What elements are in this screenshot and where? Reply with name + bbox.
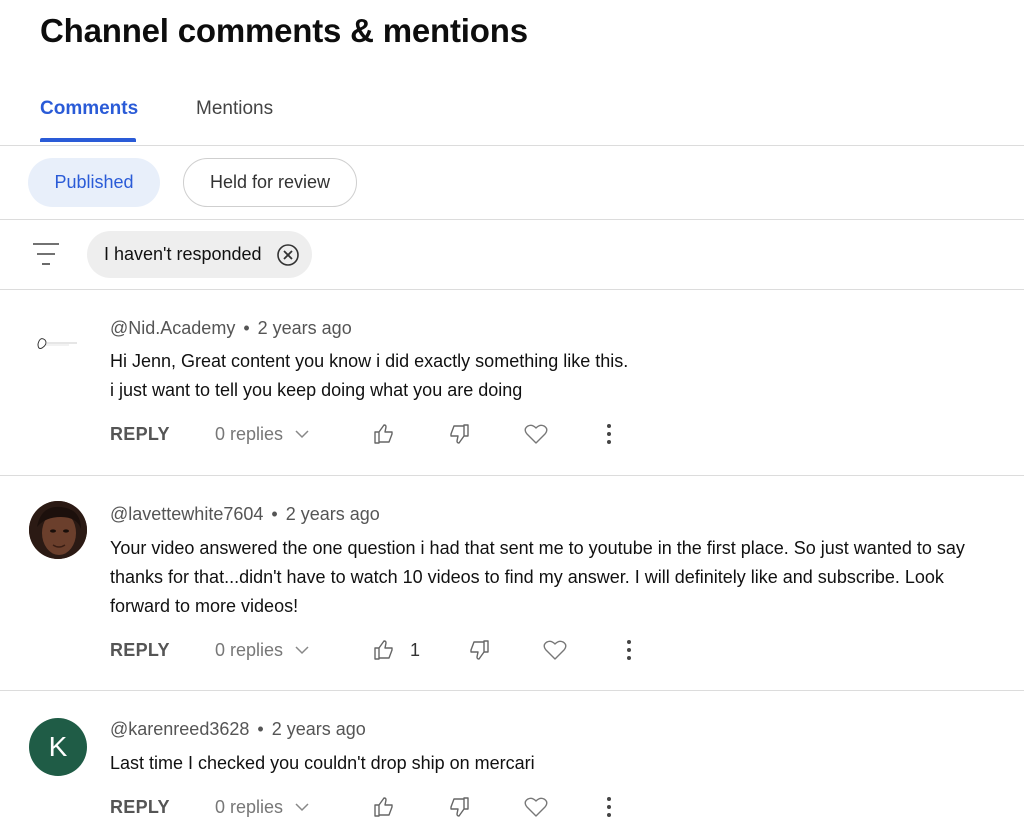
replies-toggle[interactable]: 0 replies (215, 792, 309, 822)
avatar[interactable] (29, 314, 87, 372)
comment-meta: @lavettewhite7604 • 2 years ago (110, 504, 380, 525)
tab-mentions[interactable]: Mentions (196, 98, 273, 120)
separator-dot: • (257, 719, 264, 739)
dislike-button[interactable] (447, 792, 471, 822)
thumbs-up-icon (374, 424, 393, 444)
more-vertical-icon (627, 640, 631, 660)
more-vertical-icon (607, 797, 611, 817)
comment-time[interactable]: 2 years ago (272, 719, 366, 739)
like-button[interactable] (372, 792, 396, 822)
thumbs-up-icon (374, 640, 393, 660)
user-photo-icon (29, 501, 87, 559)
heart-button[interactable] (523, 792, 549, 822)
heart-button[interactable] (542, 635, 568, 665)
nid-academy-logo-icon (37, 338, 77, 349)
replies-toggle[interactable]: 0 replies (215, 635, 309, 665)
comment-text-line: i just want to tell you keep doing what … (110, 380, 523, 400)
comment-text-line: forward to more videos! (110, 596, 299, 616)
heart-button[interactable] (523, 419, 549, 449)
comment-meta: @karenreed3628 • 2 years ago (110, 719, 366, 740)
thumbs-down-icon (450, 797, 469, 817)
reply-button[interactable]: REPLY (110, 419, 170, 449)
tab-comments[interactable]: Comments (40, 98, 138, 120)
chevron-down-icon (295, 645, 309, 654)
comment-item: @lavettewhite7604 • 2 years ago Your video… (0, 476, 1024, 691)
filter-icon[interactable] (31, 240, 61, 268)
comment-text: Last time I checked you couldn't drop sh… (110, 749, 1010, 778)
more-options-button[interactable] (626, 635, 632, 665)
comment-item: K @karenreed3628 • 2 years ago Last time I… (0, 691, 1024, 823)
like-count: 1 (410, 639, 421, 660)
comment-text: Your video answered the one question i h… (110, 534, 1010, 621)
like-button[interactable] (372, 419, 396, 449)
comment-author[interactable]: @karenreed3628 (110, 719, 249, 739)
comment-text-line: thanks for that...didn't have to watch 1… (110, 567, 944, 587)
dislike-button[interactable] (467, 635, 491, 665)
held-for-review-chip[interactable]: Held for review (183, 158, 357, 207)
filter-chip-not-responded[interactable]: I haven't responded (87, 231, 312, 278)
comment-meta: @Nid.Academy • 2 years ago (110, 318, 352, 339)
replies-count: 0 replies (215, 796, 284, 817)
replies-count: 0 replies (215, 639, 284, 660)
replies-toggle[interactable]: 0 replies (215, 419, 309, 449)
comment-actions: REPLY 0 replies (110, 792, 670, 822)
separator-dot: • (243, 318, 250, 338)
comment-item: @Nid.Academy • 2 years ago Hi Jenn, Great … (0, 290, 1024, 476)
replies-count: 0 replies (215, 423, 284, 444)
reply-button[interactable]: REPLY (110, 635, 170, 665)
published-chip[interactable]: Published (28, 158, 160, 207)
heart-icon (524, 424, 548, 444)
dislike-button[interactable] (447, 419, 471, 449)
heart-icon (543, 640, 567, 660)
active-tab-indicator (40, 138, 136, 142)
comment-text: Hi Jenn, Great content you know i did ex… (110, 347, 1010, 405)
status-filter-bar: Published Held for review (0, 146, 1024, 220)
comment-author[interactable]: @lavettewhite7604 (110, 504, 263, 524)
chevron-down-icon (295, 802, 309, 811)
comment-time[interactable]: 2 years ago (258, 318, 352, 338)
comment-text-line: Hi Jenn, Great content you know i did ex… (110, 351, 629, 371)
heart-icon (524, 797, 548, 817)
thumbs-down-icon (470, 640, 489, 660)
more-vertical-icon (607, 424, 611, 444)
comment-text-line: Last time I checked you couldn't drop sh… (110, 753, 535, 773)
filter-bar: I haven't responded (0, 220, 1024, 290)
like-button[interactable]: 1 (372, 635, 420, 665)
close-circle-icon[interactable] (276, 243, 300, 267)
more-options-button[interactable] (606, 419, 612, 449)
comment-time[interactable]: 2 years ago (286, 504, 380, 524)
comment-author[interactable]: @Nid.Academy (110, 318, 235, 338)
thumbs-up-icon (374, 797, 393, 817)
comment-actions: REPLY 0 replies 1 (110, 635, 670, 665)
avatar[interactable] (29, 501, 87, 559)
more-options-button[interactable] (606, 792, 612, 822)
separator-dot: • (271, 504, 278, 524)
filter-chip-label: I haven't responded (104, 244, 262, 264)
tabs-bar: Comments Mentions (0, 86, 1024, 146)
chevron-down-icon (295, 429, 309, 438)
comment-actions: REPLY 0 replies (110, 419, 670, 449)
comment-text-line: Your video answered the one question i h… (110, 538, 965, 558)
page-title: Channel comments & mentions (40, 12, 528, 49)
thumbs-down-icon (450, 424, 469, 444)
avatar-initial: K (48, 731, 68, 762)
avatar[interactable]: K (29, 718, 87, 776)
reply-button[interactable]: REPLY (110, 792, 170, 822)
